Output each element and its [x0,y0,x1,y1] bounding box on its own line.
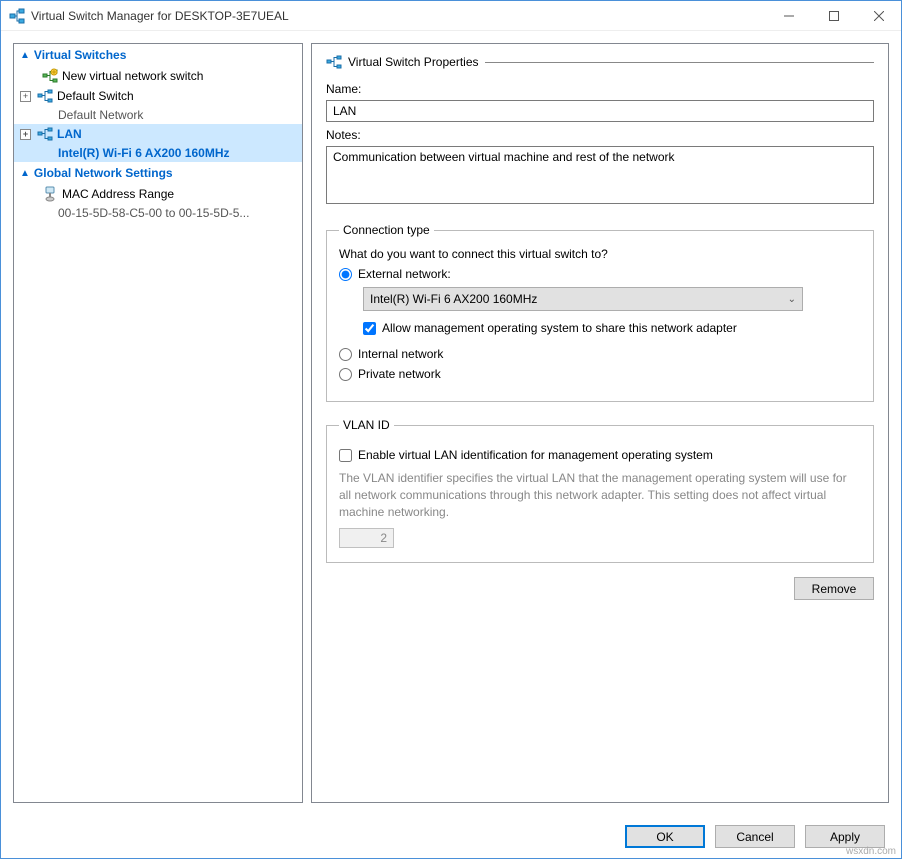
tree-item-label: Intel(R) Wi-Fi 6 AX200 160MHz [58,146,229,160]
adapter-dropdown[interactable]: Intel(R) Wi-Fi 6 AX200 160MHz ⌄ [363,287,803,311]
radio-internal[interactable] [339,348,352,361]
allow-mgmt-label: Allow management operating system to sha… [382,321,737,335]
allow-mgmt-row[interactable]: Allow management operating system to sha… [363,321,861,335]
dialog-buttons: OK Cancel Apply [1,815,901,858]
vlan-help-text: The VLAN identifier specifies the virtua… [339,470,861,520]
radio-external-row[interactable]: External network: [339,267,861,281]
minimize-button[interactable] [766,1,811,30]
ok-button[interactable]: OK [625,825,705,848]
tree-section-label: Global Network Settings [34,166,173,180]
tree-item-label: Default Switch [57,89,134,103]
vlan-enable-row[interactable]: Enable virtual LAN identification for ma… [339,448,861,462]
radio-private-label: Private network [358,367,441,381]
tree-item-new-switch[interactable]: New virtual network switch [14,66,302,86]
properties-pane: Virtual Switch Properties Name: Notes: C… [311,43,889,803]
tree-item-default-switch[interactable]: + Default Switch [14,86,302,106]
window-title: Virtual Switch Manager for DESKTOP-3E7UE… [31,9,289,23]
connection-legend: Connection type [339,223,434,237]
switch-icon [37,88,53,104]
content-area: ▲ Virtual Switches New virtual network s… [1,31,901,815]
tree-item-label: LAN [57,127,82,141]
tree-pane: ▲ Virtual Switches New virtual network s… [13,43,303,803]
tree-item-lan[interactable]: + LAN [14,124,302,144]
vlan-enable-checkbox[interactable] [339,449,352,462]
tree-item-label: 00-15-5D-58-C5-00 to 00-15-5D-5... [58,206,249,220]
tree-item-label: MAC Address Range [62,187,174,201]
titlebar: Virtual Switch Manager for DESKTOP-3E7UE… [1,1,901,31]
radio-external[interactable] [339,268,352,281]
apply-button[interactable]: Apply [805,825,885,848]
vlan-id-input [339,528,394,548]
tree-item-mac-range[interactable]: MAC Address Range [14,184,302,204]
switch-icon [326,54,342,70]
radio-private-row[interactable]: Private network [339,367,861,381]
notes-textarea[interactable] [326,146,874,204]
mac-icon [42,186,58,202]
remove-button[interactable]: Remove [794,577,874,600]
tree-section-label: Virtual Switches [34,48,126,62]
tree-section-switches[interactable]: ▲ Virtual Switches [14,44,302,66]
radio-private[interactable] [339,368,352,381]
radio-internal-label: Internal network [358,347,443,361]
adapter-selected: Intel(R) Wi-Fi 6 AX200 160MHz [370,292,537,306]
app-icon [9,8,25,24]
notes-label: Notes: [326,128,874,142]
name-label: Name: [326,82,874,96]
maximize-button[interactable] [811,1,856,30]
watermark: wsxdn.com [846,846,896,857]
window-frame: Virtual Switch Manager for DESKTOP-3E7UE… [0,0,902,859]
tree-item-label: Default Network [58,108,143,122]
radio-internal-row[interactable]: Internal network [339,347,861,361]
collapse-icon: ▲ [20,168,30,179]
properties-heading: Virtual Switch Properties [326,54,874,70]
tree-section-global[interactable]: ▲ Global Network Settings [14,162,302,184]
expand-icon[interactable]: + [20,129,31,140]
vlan-group: VLAN ID Enable virtual LAN identificatio… [326,418,874,563]
tree-item-label: New virtual network switch [62,69,203,83]
tree-item-mac-detail[interactable]: 00-15-5D-58-C5-00 to 00-15-5D-5... [14,204,302,222]
chevron-down-icon: ⌄ [788,294,796,305]
allow-mgmt-checkbox[interactable] [363,322,376,335]
expand-icon[interactable]: + [20,91,31,102]
tree-item-lan-adapter[interactable]: Intel(R) Wi-Fi 6 AX200 160MHz [14,144,302,162]
close-button[interactable] [856,1,901,30]
connection-type-group: Connection type What do you want to conn… [326,223,874,402]
collapse-icon: ▲ [20,50,30,61]
name-input[interactable] [326,100,874,122]
tree-item-default-network[interactable]: Default Network [14,106,302,124]
vlan-enable-label: Enable virtual LAN identification for ma… [358,448,713,462]
connection-question: What do you want to connect this virtual… [339,247,861,261]
vlan-legend: VLAN ID [339,418,394,432]
switch-icon [37,126,53,142]
properties-heading-label: Virtual Switch Properties [348,55,479,69]
cancel-button[interactable]: Cancel [715,825,795,848]
radio-external-label: External network: [358,267,451,281]
new-switch-icon [42,68,58,84]
